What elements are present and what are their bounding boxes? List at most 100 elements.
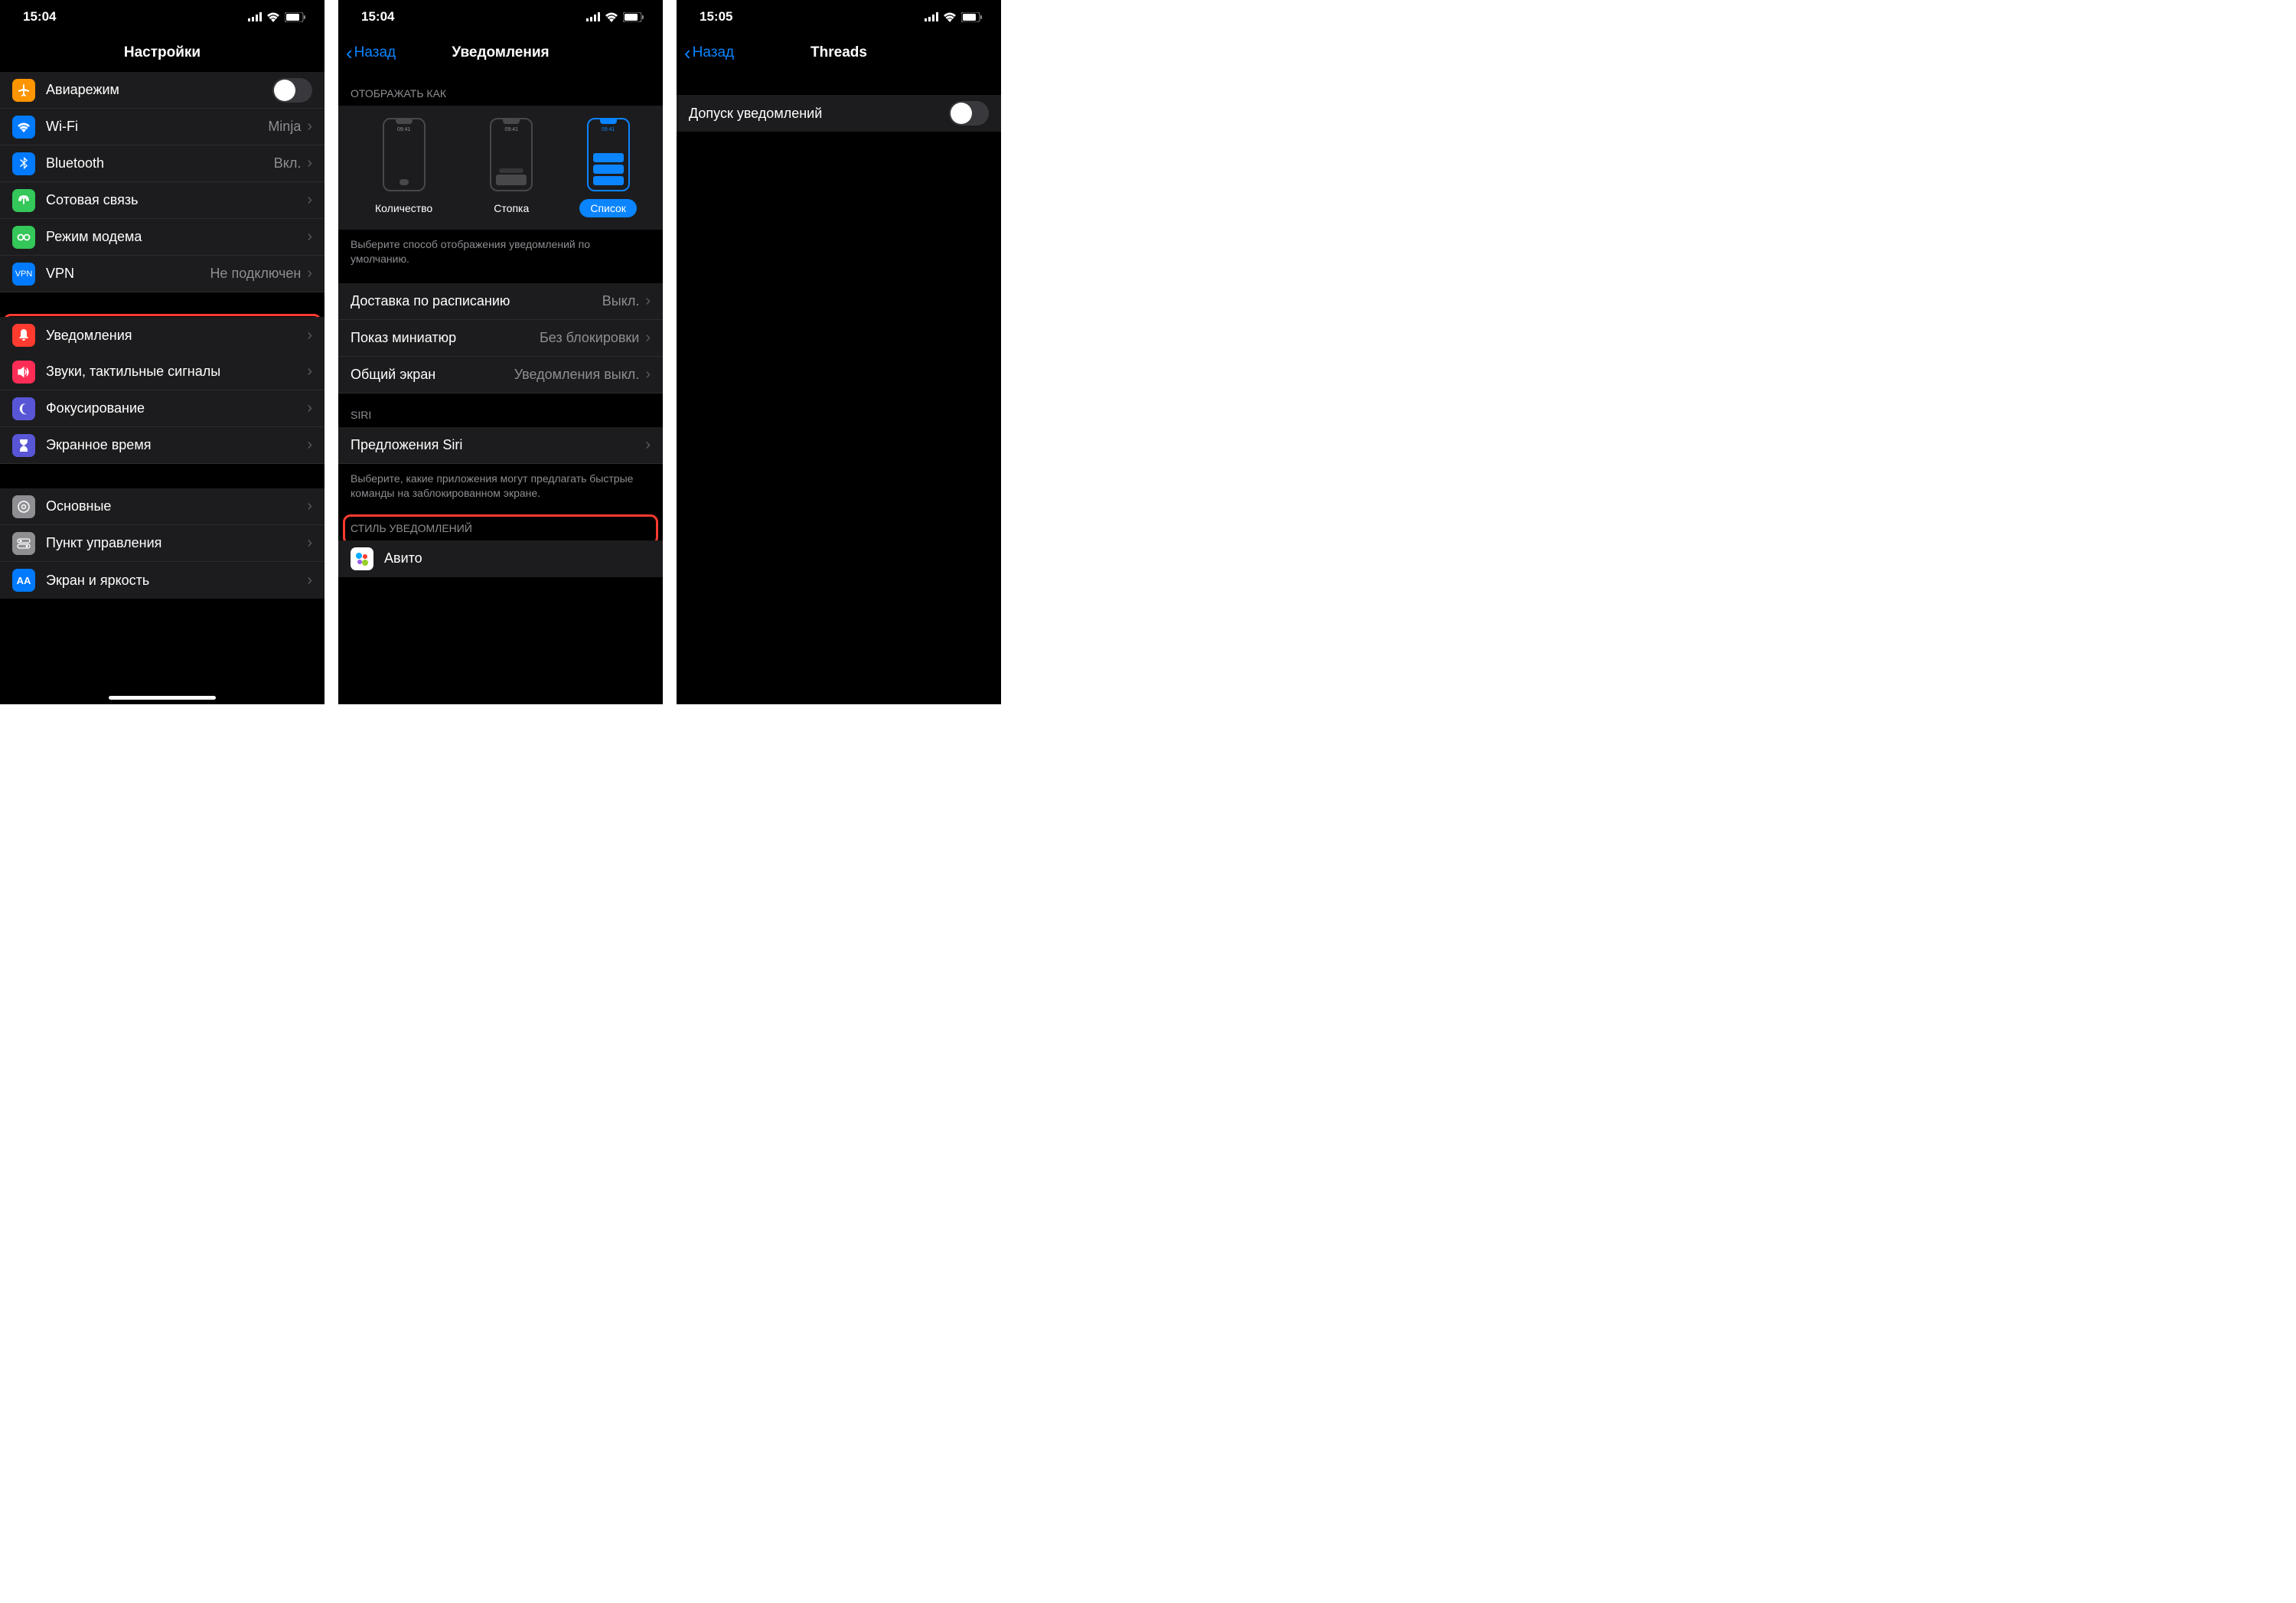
row-label: Показ миниатюр [351,330,540,346]
back-label: Назад [693,44,734,61]
status-time: 15:05 [700,9,732,24]
chevron-right-icon: › [307,327,312,344]
option-label: Количество [364,199,443,217]
status-time: 15:04 [23,9,56,24]
chevron-right-icon: › [307,436,312,454]
section-header-display-as: ОТОБРАЖАТЬ КАК [338,72,663,106]
wifi-icon [266,12,280,22]
row-allow-notifications[interactable]: Допуск уведомлений [677,95,1001,132]
row-label: Экранное время [46,437,305,453]
display-option-count[interactable]: 09:41 Количество [364,118,443,217]
chevron-right-icon: › [307,191,312,209]
status-indicators [248,12,306,22]
row-cellular[interactable]: Сотовая связь › [0,182,325,219]
cellular-signal-icon [586,12,600,21]
battery-icon [961,12,983,22]
gear-icon [12,495,35,518]
battery-icon [623,12,644,22]
row-screen-sharing[interactable]: Общий экран Уведомления выкл. › [338,357,663,393]
page-title: Настройки [0,44,325,61]
row-control-center[interactable]: Пункт управления › [0,525,325,562]
row-airplane-mode[interactable]: Авиарежим [0,72,325,109]
back-button[interactable]: ‹ Назад [346,43,396,63]
home-indicator[interactable] [109,696,216,700]
display-option-list[interactable]: 09:41 Список [579,118,637,217]
moon-icon [12,397,35,420]
chevron-right-icon: › [645,329,651,347]
row-bluetooth[interactable]: Bluetooth Вкл. › [0,145,325,182]
row-display[interactable]: AA Экран и яркость › [0,562,325,599]
nav-bar: ‹ Назад Threads [677,34,1001,72]
row-label: Bluetooth [46,155,274,171]
status-bar: 15:04 [338,0,663,34]
row-value: Без блокировки [540,330,639,346]
bluetooth-icon [12,152,35,175]
notifications-screen: 15:04 ‹ Назад Уведомления ОТОБРАЖАТЬ КАК [338,0,663,704]
chevron-right-icon: › [307,534,312,552]
row-general[interactable]: Основные › [0,488,325,525]
wifi-icon [605,12,618,22]
row-value: Вкл. [274,155,302,171]
threads-content[interactable]: Допуск уведомлений [677,72,1001,704]
chevron-right-icon: › [307,118,312,135]
back-button[interactable]: ‹ Назад [684,43,734,63]
row-app-avito[interactable]: Авито [338,540,663,577]
battery-icon [285,12,306,22]
notifications-content[interactable]: ОТОБРАЖАТЬ КАК 09:41 Количество 09:41 Ст… [338,72,663,704]
row-label: Режим модема [46,229,305,245]
row-label: Wi-Fi [46,119,268,135]
airplane-icon [12,79,35,102]
airplane-toggle[interactable] [272,78,312,103]
chevron-right-icon: › [645,436,651,454]
settings-screen: 15:04 Настройки Авиарежим [0,0,325,704]
status-bar: 15:05 [677,0,1001,34]
chevron-right-icon: › [307,498,312,515]
row-siri-suggestions[interactable]: Предложения Siri › [338,427,663,464]
row-notifications[interactable]: Уведомления › [0,317,325,354]
threads-screen: 15:05 ‹ Назад Threads Допуск уведомлений [677,0,1001,704]
row-vpn[interactable]: VPN VPN Не подключен › [0,256,325,292]
settings-list[interactable]: Авиарежим Wi-Fi Minja › Bluetooth Вкл. ›… [0,72,325,704]
chevron-left-icon: ‹ [684,43,691,63]
wifi-icon [943,12,957,22]
bell-icon [12,324,35,347]
chevron-left-icon: ‹ [346,43,353,63]
chevron-right-icon: › [645,292,651,310]
row-show-previews[interactable]: Показ миниатюр Без блокировки › [338,320,663,357]
allow-notifications-toggle[interactable] [949,101,989,126]
hourglass-icon [12,434,35,457]
row-value: Уведомления выкл. [514,367,640,383]
wifi-settings-icon [12,116,35,139]
chevron-right-icon: › [307,265,312,282]
row-value: Minja [268,119,301,135]
row-focus[interactable]: Фокусирование › [0,390,325,427]
back-label: Назад [354,44,396,61]
vpn-icon: VPN [12,263,35,286]
row-label: Допуск уведомлений [689,106,949,122]
avito-app-icon [351,547,373,570]
row-wifi[interactable]: Wi-Fi Minja › [0,109,325,145]
row-label: VPN [46,266,210,282]
status-indicators [586,12,644,22]
row-screentime[interactable]: Экранное время › [0,427,325,464]
row-label: Фокусирование [46,400,305,416]
row-label: Основные [46,498,305,514]
row-scheduled-delivery[interactable]: Доставка по расписанию Выкл. › [338,283,663,320]
row-value: Выкл. [602,293,640,309]
option-label: Стопка [483,199,540,217]
row-label: Общий экран [351,367,514,383]
display-option-stack[interactable]: 09:41 Стопка [483,118,540,217]
display-as-picker: 09:41 Количество 09:41 Стопка 09:41 [338,106,663,230]
nav-bar: Настройки [0,34,325,72]
chevron-right-icon: › [307,228,312,246]
speaker-icon [12,361,35,384]
row-label: Уведомления [46,328,305,344]
row-sounds[interactable]: Звуки, тактильные сигналы › [0,354,325,390]
row-hotspot[interactable]: Режим модема › [0,219,325,256]
row-label: Предложения Siri [351,437,644,453]
chevron-right-icon: › [307,400,312,417]
cellular-signal-icon [925,12,938,21]
hotspot-icon [12,226,35,249]
section-header-style: СТИЛЬ УВЕДОМЛЕНИЙ [338,507,663,540]
row-label: Звуки, тактильные сигналы [46,364,305,380]
